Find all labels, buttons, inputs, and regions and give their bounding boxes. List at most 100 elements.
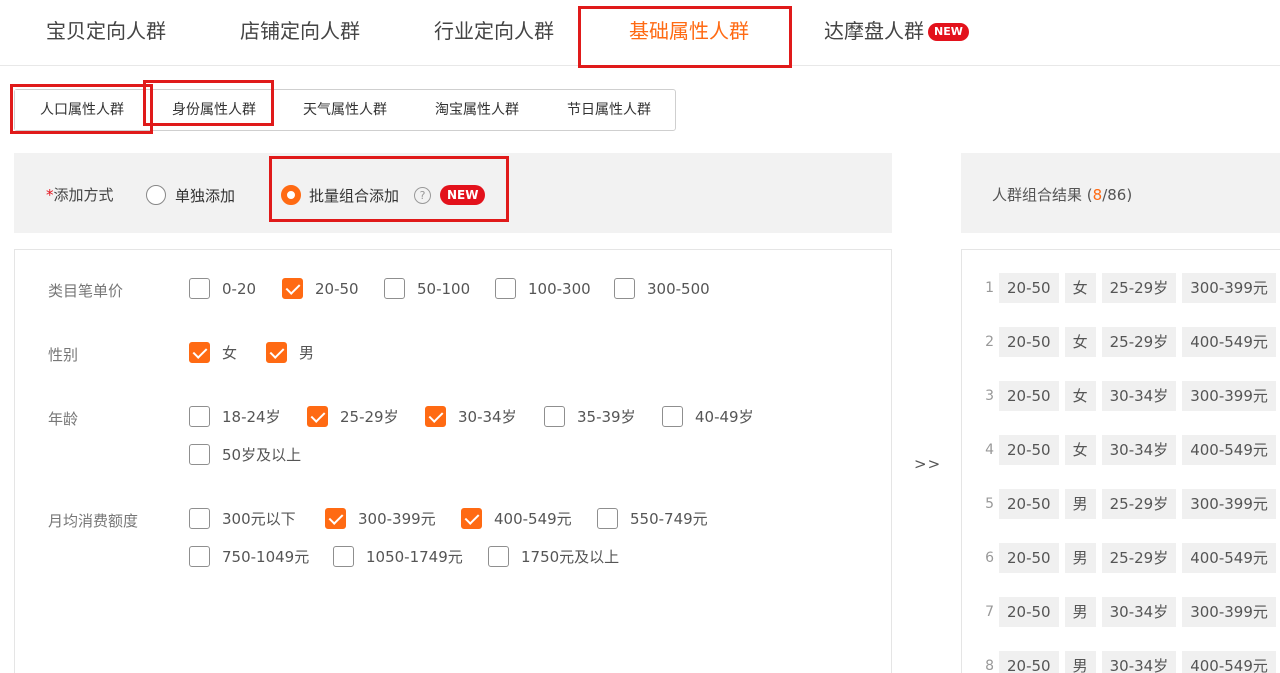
- subtab-demographic[interactable]: 人口属性人群: [15, 90, 149, 130]
- checkbox[interactable]: [597, 508, 618, 529]
- checkbox[interactable]: [384, 278, 405, 299]
- spend-option-300-399[interactable]: 300-399元: [325, 508, 436, 529]
- result-index: 8: [985, 658, 994, 673]
- spend-option-under-300[interactable]: 300元以下: [189, 508, 296, 529]
- option-label: 400-549元: [494, 510, 572, 528]
- tab-industry-audience[interactable]: 行业定向人群: [434, 17, 554, 45]
- result-tag: 300-399元: [1182, 381, 1276, 411]
- tab-item-audience[interactable]: 宝贝定向人群: [46, 17, 166, 45]
- subtab-identity[interactable]: 身份属性人群: [149, 90, 279, 130]
- checkbox[interactable]: [544, 406, 565, 427]
- checkbox[interactable]: [189, 444, 210, 465]
- subtab-label: 节日属性人群: [567, 102, 651, 118]
- age-option-35-39[interactable]: 35-39岁: [544, 406, 636, 427]
- result-index: 5: [985, 496, 994, 512]
- add-mode-label: *添加方式: [46, 184, 114, 205]
- price-label: 类目笔单价: [48, 282, 124, 300]
- new-badge: NEW: [928, 23, 969, 41]
- checkbox[interactable]: [325, 508, 346, 529]
- result-tag: 男: [1064, 543, 1096, 573]
- subtab-label: 身份属性人群: [172, 102, 256, 118]
- price-option-0-20[interactable]: 0-20: [189, 278, 256, 299]
- checkbox[interactable]: [425, 406, 446, 427]
- checkbox[interactable]: [307, 406, 328, 427]
- price-option-50-100[interactable]: 50-100: [384, 278, 470, 299]
- spend-option-550-749[interactable]: 550-749元: [597, 508, 708, 529]
- checkbox[interactable]: [189, 406, 210, 427]
- result-index: 4: [985, 442, 994, 458]
- checkbox[interactable]: [266, 342, 287, 363]
- spend-option-1050-1749[interactable]: 1050-1749元: [333, 546, 463, 567]
- batch-add-radio[interactable]: [281, 185, 301, 205]
- result-row: 7 20-50 男 30-34岁 300-399元: [962, 597, 1280, 627]
- age-option-40-49[interactable]: 40-49岁: [662, 406, 754, 427]
- option-label: 100-300: [528, 279, 591, 298]
- checkbox[interactable]: [189, 342, 210, 363]
- help-icon[interactable]: ?: [414, 187, 431, 204]
- tab-dmp-audience[interactable]: 达摩盘人群 NEW: [824, 17, 969, 45]
- result-tag: 女: [1064, 381, 1096, 411]
- result-tag: 30-34岁: [1101, 651, 1177, 673]
- checkbox[interactable]: [189, 546, 210, 567]
- new-badge: NEW: [440, 185, 486, 205]
- tab-label: 店铺定向人群: [240, 19, 360, 43]
- tab-basic-attribute-audience[interactable]: 基础属性人群: [629, 17, 749, 45]
- age-option-18-24[interactable]: 18-24岁: [189, 406, 281, 427]
- gender-option-male[interactable]: 男: [266, 342, 314, 363]
- result-tag: 25-29岁: [1101, 273, 1177, 303]
- result-tag: 30-34岁: [1101, 435, 1177, 465]
- tab-store-audience[interactable]: 店铺定向人群: [240, 17, 360, 45]
- option-label: 300-500: [647, 279, 710, 298]
- transfer-arrows[interactable]: >>: [914, 455, 941, 473]
- age-option-25-29[interactable]: 25-29岁: [307, 406, 399, 427]
- option-label: 0-20: [222, 279, 257, 298]
- gender-option-female[interactable]: 女: [189, 342, 237, 363]
- checkbox[interactable]: [461, 508, 482, 529]
- option-label: 750-1049元: [222, 548, 310, 566]
- subtab-weather[interactable]: 天气属性人群: [279, 90, 411, 130]
- checkbox[interactable]: [333, 546, 354, 567]
- option-label: 30-34岁: [458, 408, 517, 426]
- checkbox[interactable]: [488, 546, 509, 567]
- age-option-50-plus[interactable]: 50岁及以上: [189, 444, 301, 465]
- result-tag: 20-50: [999, 327, 1059, 357]
- batch-add-label[interactable]: 批量组合添加: [309, 185, 399, 206]
- result-tag: 300-399元: [1182, 273, 1276, 303]
- checkbox[interactable]: [282, 278, 303, 299]
- price-option-300-500[interactable]: 300-500: [614, 278, 710, 299]
- option-label: 25-29岁: [340, 408, 399, 426]
- result-title-text: 人群组合结果: [992, 186, 1083, 204]
- single-add-radio[interactable]: [146, 185, 166, 205]
- age-option-30-34[interactable]: 30-34岁: [425, 406, 517, 427]
- result-tag: 女: [1064, 273, 1096, 303]
- result-tag: 女: [1064, 435, 1096, 465]
- checkbox[interactable]: [662, 406, 683, 427]
- result-tag: 300-399元: [1182, 597, 1276, 627]
- result-tag: 男: [1064, 489, 1096, 519]
- result-index: 6: [985, 550, 994, 566]
- spend-option-400-549[interactable]: 400-549元: [461, 508, 572, 529]
- result-tag: 25-29岁: [1101, 327, 1177, 357]
- subtab-taobao[interactable]: 淘宝属性人群: [411, 90, 543, 130]
- result-row: 2 20-50 女 25-29岁 400-549元: [962, 327, 1280, 357]
- checkbox[interactable]: [189, 508, 210, 529]
- result-tag: 400-549元: [1182, 435, 1276, 465]
- result-total: /86): [1102, 186, 1133, 204]
- price-option-20-50[interactable]: 20-50: [282, 278, 359, 299]
- single-add-label[interactable]: 单独添加: [175, 185, 235, 206]
- checkbox[interactable]: [189, 278, 210, 299]
- result-tag: 30-34岁: [1101, 597, 1177, 627]
- subtab-label: 人口属性人群: [40, 102, 124, 118]
- option-label: 300元以下: [222, 510, 296, 528]
- tab-label: 达摩盘人群: [824, 19, 924, 43]
- checkbox[interactable]: [614, 278, 635, 299]
- price-option-100-300[interactable]: 100-300: [495, 278, 591, 299]
- top-tab-bar: 宝贝定向人群 店铺定向人群 行业定向人群 基础属性人群 达摩盘人群 NEW: [0, 0, 1280, 66]
- checkbox[interactable]: [495, 278, 516, 299]
- result-tag: 25-29岁: [1101, 489, 1177, 519]
- result-row: 4 20-50 女 30-34岁 400-549元: [962, 435, 1280, 465]
- spend-option-750-1049[interactable]: 750-1049元: [189, 546, 309, 567]
- option-label: 300-399元: [358, 510, 436, 528]
- subtab-holiday[interactable]: 节日属性人群: [543, 90, 675, 130]
- spend-option-1750-plus[interactable]: 1750元及以上: [488, 546, 619, 567]
